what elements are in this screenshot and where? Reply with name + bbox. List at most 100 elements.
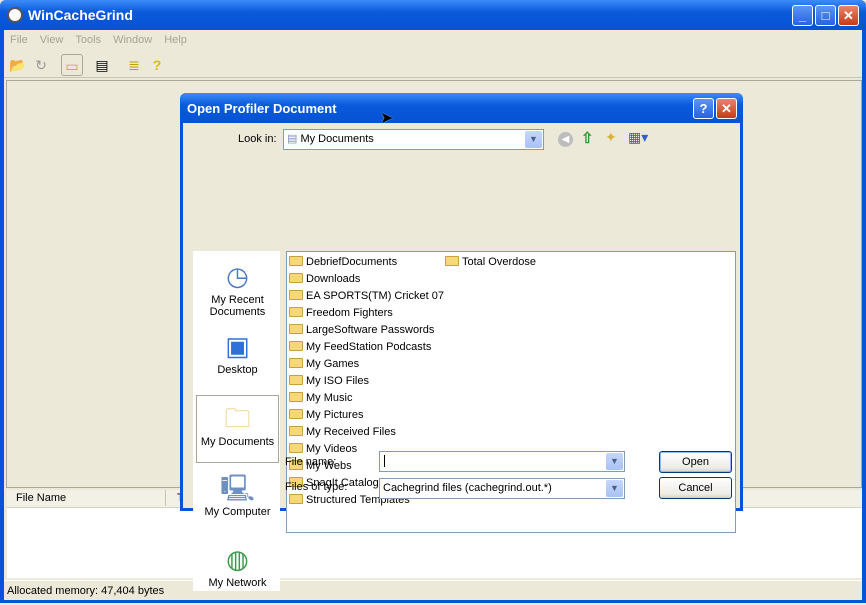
menu-window[interactable]: Window [107, 31, 158, 49]
file-name-input[interactable]: ▼ [379, 451, 625, 472]
folder-item[interactable]: Total Overdose [445, 254, 536, 270]
folder-name: My ISO Files [306, 375, 369, 387]
column-divider[interactable] [165, 490, 166, 506]
folder-icon [289, 273, 303, 283]
help-icon[interactable]: ? [146, 54, 168, 76]
folder-name: My Pictures [306, 409, 364, 421]
app-clock-icon [7, 7, 23, 23]
folder-name: My Games [306, 358, 360, 370]
menu-tools[interactable]: Tools [69, 31, 107, 49]
refresh-icon[interactable]: ↻ [30, 54, 52, 76]
folder-icon [289, 426, 303, 436]
folder-item[interactable]: My ISO Files [289, 373, 369, 389]
my-documents-icon: ▤ [287, 133, 301, 145]
network-icon: ◍ [226, 544, 249, 574]
menu-file[interactable]: File [4, 31, 34, 49]
place-label: My Documents [200, 436, 275, 448]
new-folder-icon[interactable]: ✦ [605, 129, 617, 146]
folder-item[interactable]: DebriefDocuments [289, 254, 397, 270]
dialog-close-button[interactable]: ✕ [716, 98, 737, 119]
up-folder-icon[interactable]: ⇧ [581, 129, 594, 147]
maximize-button[interactable]: □ [815, 5, 836, 26]
look-in-label: Look in: [238, 133, 277, 145]
dialog-help-button[interactable]: ? [693, 98, 714, 119]
menu-help[interactable]: Help [158, 31, 193, 49]
menu-view[interactable]: View [34, 31, 70, 49]
folder-name: My FeedStation Podcasts [306, 341, 432, 353]
folder-item[interactable]: Downloads [289, 271, 360, 287]
folder-name: Freedom Fighters [306, 307, 393, 319]
folder-icon [445, 256, 459, 266]
folder-item[interactable]: My Games [289, 356, 359, 372]
folder-icon [289, 256, 303, 266]
minimize-button[interactable]: _ [792, 5, 813, 26]
status-text: Allocated memory: 47,404 bytes [7, 585, 165, 597]
folder-item[interactable]: My Received Files [289, 424, 396, 440]
status-bar: Allocated memory: 47,404 bytes [4, 580, 862, 600]
open-folder-icon[interactable]: 📂 [7, 54, 29, 76]
folder-icon [289, 324, 303, 334]
chevron-down-icon[interactable]: ▼ [525, 131, 542, 148]
folder-icon [289, 443, 303, 453]
look-in-value: My Documents [300, 133, 374, 145]
place-label: Desktop [217, 364, 258, 376]
properties-icon[interactable]: ▤ [91, 54, 113, 76]
folder-icon [289, 494, 303, 504]
view-menu-icon[interactable]: ▦▾ [628, 129, 648, 146]
folder-item[interactable]: My Music [289, 390, 352, 406]
recent-documents-icon: ◷ [226, 261, 249, 291]
folder-icon [289, 290, 303, 300]
folder-item[interactable]: EA SPORTS(TM) Cricket 07 [289, 288, 444, 304]
file-name-label: File name: [285, 456, 337, 468]
place-label: My Network [208, 577, 267, 589]
window-title: WinCacheGrind [28, 7, 133, 23]
folder-icon [289, 341, 303, 351]
dialog-title-bar: Open Profiler Document [180, 93, 743, 123]
folder-name: LargeSoftware Passwords [306, 324, 435, 336]
folder-name: EA SPORTS(TM) Cricket 07 [306, 290, 444, 302]
file-type-label: Files of type: [285, 481, 348, 493]
title-bar: WinCacheGrind [0, 0, 866, 30]
folder-icon [289, 392, 303, 402]
open-button[interactable]: Open [659, 451, 732, 473]
column-file-name[interactable]: File Name [16, 492, 66, 504]
dialog-title: Open Profiler Document [187, 101, 337, 116]
place-my-documents[interactable]: 🗀 My Documents [196, 395, 279, 463]
place-label: My Computer [204, 506, 271, 518]
close-button[interactable]: ✕ [838, 5, 859, 26]
back-icon[interactable]: ◀ [558, 132, 573, 147]
my-documents-icon: 🗀 [224, 403, 251, 433]
places-bar: ◷ My Recent Documents ▣ Desktop 🗀 My Docume… [193, 251, 280, 591]
folder-item[interactable]: Freedom Fighters [289, 305, 393, 321]
folder-item[interactable]: LargeSoftware Passwords [289, 322, 434, 338]
folder-icon [289, 307, 303, 317]
folder-icon [289, 409, 303, 419]
folder-item[interactable]: My Videos [289, 441, 357, 457]
folder-name: My Videos [306, 443, 358, 455]
folder-name: My Received Files [306, 426, 396, 438]
place-my-recent-documents[interactable]: ◷ My Recent Documents [196, 254, 279, 322]
folder-item[interactable]: My FeedStation Podcasts [289, 339, 431, 355]
place-label: My Recent Documents [209, 294, 266, 318]
menu-bar: File View Tools Window Help [4, 31, 193, 49]
folder-name: My Music [306, 392, 353, 404]
chevron-down-icon[interactable]: ▼ [606, 480, 623, 497]
folder-name: Total Overdose [462, 256, 536, 268]
folder-icon [289, 358, 303, 368]
look-in-combo[interactable]: ▤ My Documents ▼ [283, 129, 544, 150]
folder-name: DebriefDocuments [306, 256, 398, 268]
folder-name: Downloads [306, 273, 361, 285]
function-help-icon[interactable]: ≣ [123, 54, 145, 76]
cancel-button[interactable]: Cancel [659, 477, 732, 499]
chevron-down-icon[interactable]: ▼ [606, 453, 623, 470]
place-desktop[interactable]: ▣ Desktop [196, 324, 279, 392]
folder-icon [289, 375, 303, 385]
mouse-cursor-icon: ➤ [380, 110, 394, 127]
file-type-value: Cachegrind files (cachegrind.out.*) [383, 482, 552, 494]
folder-icon[interactable]: ▭ [61, 54, 83, 76]
place-my-computer[interactable]: 🖳 My Computer [196, 466, 279, 534]
open-dialog: Open Profiler Document ? ✕ Look in: ▤ My… [180, 93, 743, 591]
file-type-select[interactable]: Cachegrind files (cachegrind.out.*) ▼ [379, 478, 625, 499]
place-my-network[interactable]: ◍ My Network [196, 537, 279, 605]
folder-item[interactable]: My Pictures [289, 407, 363, 423]
